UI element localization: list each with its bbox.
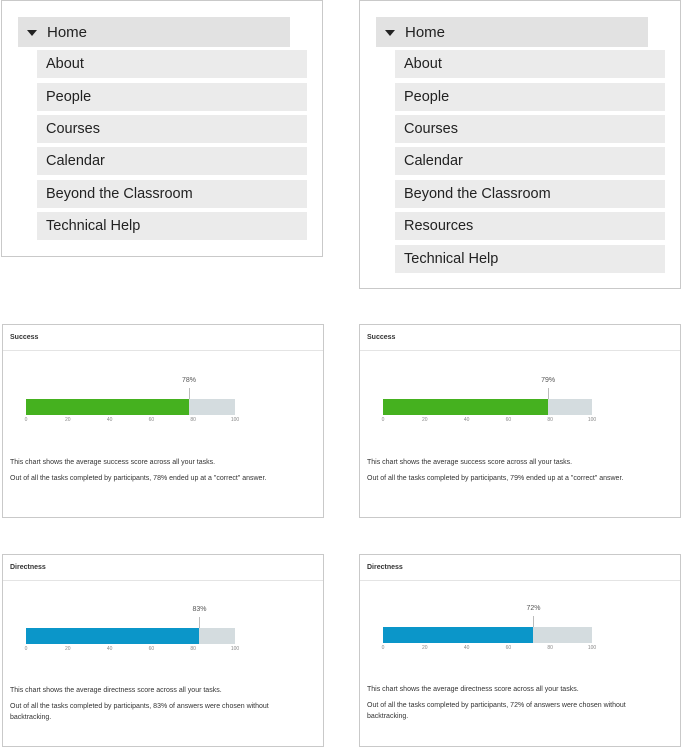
nav-item-label: Calendar — [404, 153, 463, 169]
description-line-2: Out of all the tasks completed by partic… — [10, 475, 267, 482]
nav-item-calendar[interactable]: Calendar — [37, 147, 307, 175]
nav-item-label: Resources — [404, 218, 474, 234]
nav-tree-left: Home About People Courses Calendar Beyon… — [1, 0, 323, 257]
description-line-2: Out of all the tasks completed by partic… — [367, 702, 626, 709]
nav-item-technical-help[interactable]: Technical Help — [395, 245, 665, 273]
axis-tick-label: 20 — [422, 645, 428, 651]
percent-marker — [548, 388, 550, 399]
success-card-right: Success 79% 0 20 40 60 80 100 This chart show… — [359, 324, 681, 518]
percent-label: 72% — [526, 605, 541, 612]
axis-tick-label: 60 — [148, 646, 155, 652]
axis-tick-label: 80 — [547, 645, 553, 651]
card-title: Success — [360, 325, 680, 351]
axis-tick-label: 100 — [587, 417, 597, 423]
nav-item-label: People — [404, 89, 450, 105]
axis-tick-label: 80 — [190, 646, 196, 652]
percent-label: 83% — [192, 606, 207, 613]
nav-item-calendar[interactable]: Calendar — [395, 147, 665, 175]
nav-home-label: Home — [405, 23, 446, 41]
nav-item-label: About — [46, 56, 84, 72]
nav-item-label: People — [46, 89, 92, 105]
axis-tick-label: 80 — [190, 417, 196, 423]
score-bar-fill — [383, 627, 534, 643]
nav-tree-right: Home About People Courses Calendar Beyon… — [359, 0, 681, 289]
axis-tick-label: 20 — [65, 646, 71, 652]
nav-item-about[interactable]: About — [395, 50, 665, 78]
card-title: Success — [3, 325, 323, 351]
nav-home[interactable]: Home — [18, 17, 290, 47]
nav-item-about[interactable]: About — [37, 50, 307, 78]
axis-tick-label: 60 — [505, 645, 512, 651]
nav-item-label: Courses — [46, 121, 100, 137]
axis-tick-label: 40 — [106, 417, 113, 423]
nav-item-label: Calendar — [46, 153, 105, 169]
directness-card-left: Directness 83% 0 20 40 60 80 100 This chart s… — [2, 554, 324, 747]
percent-marker — [199, 617, 201, 628]
description-line-3: backtracking. — [367, 713, 409, 720]
axis-ticks: 0 20 40 60 80 100 — [381, 645, 597, 653]
card-title: Directness — [3, 555, 323, 581]
axis-tick-label: 20 — [422, 417, 428, 423]
percent-label: 78% — [182, 377, 197, 384]
nav-item-courses[interactable]: Courses — [395, 115, 665, 143]
caret-down-icon[interactable] — [385, 29, 395, 36]
score-bar-fill — [26, 628, 200, 644]
percent-marker — [533, 616, 535, 627]
success-card-left: Success 78% 0 20 40 60 80 100 This chart show… — [2, 324, 324, 518]
axis-tick-label: 60 — [505, 417, 512, 423]
axis-tick-label: 60 — [148, 417, 155, 423]
description-line-2: Out of all the tasks completed by partic… — [10, 703, 269, 710]
axis-tick-label: 40 — [106, 646, 113, 652]
description-line-3: backtracking. — [10, 714, 52, 721]
axis-tick-label: 100 — [230, 417, 240, 423]
score-bar-fill — [26, 399, 190, 415]
axis-tick-label: 0 — [24, 646, 28, 652]
nav-item-label: About — [404, 56, 442, 72]
nav-home-label: Home — [47, 23, 88, 41]
card-title: Directness — [360, 555, 680, 581]
nav-item-beyond-the-classroom[interactable]: Beyond the Classroom — [395, 180, 665, 208]
caret-down-icon[interactable] — [27, 29, 37, 36]
nav-item-people[interactable]: People — [395, 83, 665, 111]
nav-item-technical-help[interactable]: Technical Help — [37, 212, 307, 240]
description-line-1: This chart shows the average success sco… — [367, 459, 573, 466]
score-bar-track — [26, 399, 235, 415]
percent-label: 79% — [541, 377, 556, 384]
nav-home[interactable]: Home — [376, 17, 648, 47]
percent-marker — [189, 388, 191, 399]
axis-ticks: 0 20 40 60 80 100 — [381, 417, 597, 425]
directness-card-right: Directness 72% 0 20 40 60 80 100 This chart s… — [359, 554, 681, 747]
description-line-2: Out of all the tasks completed by partic… — [367, 475, 624, 482]
nav-item-label: Technical Help — [46, 218, 141, 234]
description-line-1: This chart shows the average success sco… — [10, 459, 216, 466]
nav-item-resources[interactable]: Resources — [395, 212, 665, 240]
axis-tick-label: 40 — [463, 417, 470, 423]
axis-tick-label: 0 — [381, 417, 385, 423]
nav-item-label: Courses — [404, 121, 458, 137]
axis-tick-label: 100 — [230, 646, 240, 652]
axis-ticks: 0 20 40 60 80 100 — [24, 417, 240, 425]
nav-item-label: Beyond the Classroom — [46, 186, 193, 202]
axis-tick-label: 100 — [587, 645, 597, 651]
description-line-1: This chart shows the average directness … — [10, 687, 222, 694]
score-bar-track — [383, 627, 592, 643]
axis-tick-label: 20 — [65, 417, 71, 423]
nav-item-label: Beyond the Classroom — [404, 186, 551, 202]
nav-item-courses[interactable]: Courses — [37, 115, 307, 143]
score-bar-fill — [383, 399, 549, 415]
axis-tick-label: 80 — [547, 417, 553, 423]
axis-ticks: 0 20 40 60 80 100 — [24, 646, 240, 654]
nav-item-people[interactable]: People — [37, 83, 307, 111]
axis-tick-label: 40 — [463, 645, 470, 651]
description-line-1: This chart shows the average directness … — [367, 686, 579, 693]
axis-tick-label: 0 — [381, 645, 385, 651]
score-bar-track — [26, 628, 235, 644]
nav-item-label: Technical Help — [404, 251, 499, 267]
score-bar-track — [383, 399, 592, 415]
axis-tick-label: 0 — [24, 417, 28, 423]
nav-item-beyond-the-classroom[interactable]: Beyond the Classroom — [37, 180, 307, 208]
